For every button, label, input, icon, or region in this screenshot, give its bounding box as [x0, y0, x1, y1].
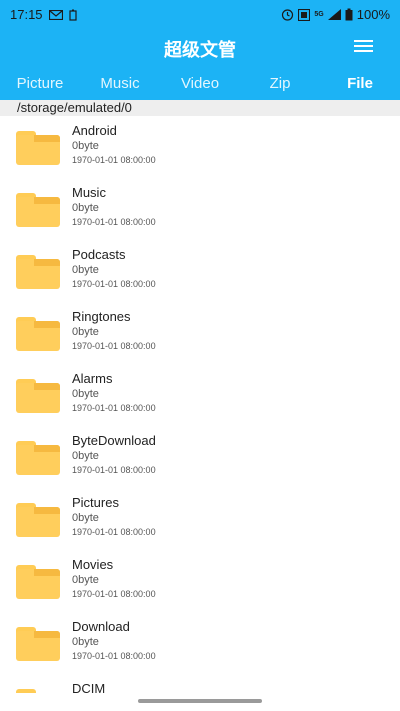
- item-date: 1970-01-01 08:00:00: [72, 279, 156, 289]
- tab-video[interactable]: Video: [160, 66, 240, 100]
- list-item[interactable]: Android 0byte 1970-01-01 08:00:00: [0, 116, 400, 178]
- item-size: 0byte: [72, 574, 99, 586]
- item-size: 0byte: [72, 636, 99, 648]
- list-item[interactable]: Music 0byte 1970-01-01 08:00:00: [0, 178, 400, 240]
- item-date: 1970-01-01 08:00:00: [72, 465, 156, 475]
- menu-icon-line: [354, 50, 373, 52]
- hd-icon: [298, 8, 311, 21]
- list-item[interactable]: DCIM: [0, 674, 400, 693]
- battery-percent: 100%: [356, 7, 390, 22]
- item-name: Movies: [72, 557, 114, 572]
- list-item[interactable]: Ringtones 0byte 1970-01-01 08:00:00: [0, 302, 400, 364]
- item-name: ByteDownload: [72, 433, 156, 448]
- battery-icon: [345, 8, 353, 21]
- menu-button[interactable]: [354, 38, 376, 56]
- folder-icon: [16, 503, 60, 537]
- item-name: Music: [72, 185, 106, 200]
- item-date: 1970-01-01 08:00:00: [72, 217, 156, 227]
- list-item[interactable]: Podcasts 0byte 1970-01-01 08:00:00: [0, 240, 400, 302]
- app-header: 17:15 5G 100% 超级文管 Picture Music Video Z…: [0, 0, 400, 100]
- item-date: 1970-01-01 08:00:00: [72, 527, 156, 537]
- folder-icon: [16, 689, 60, 693]
- item-date: 1970-01-01 08:00:00: [72, 341, 156, 351]
- item-size: 0byte: [72, 512, 99, 524]
- title-row: 超级文管: [0, 30, 400, 66]
- item-date: 1970-01-01 08:00:00: [72, 155, 156, 165]
- folder-icon: [16, 255, 60, 289]
- gesture-nav-handle[interactable]: [138, 699, 262, 703]
- folder-icon: [16, 379, 60, 413]
- list-item[interactable]: Download 0byte 1970-01-01 08:00:00: [0, 612, 400, 674]
- signal-icon: [327, 9, 341, 20]
- status-right: 5G 100%: [281, 7, 390, 22]
- list-item[interactable]: Pictures 0byte 1970-01-01 08:00:00: [0, 488, 400, 550]
- folder-icon: [16, 565, 60, 599]
- folder-icon: [16, 441, 60, 475]
- battery-saver-icon: [68, 9, 77, 21]
- item-date: 1970-01-01 08:00:00: [72, 651, 156, 661]
- current-path: /storage/emulated/0: [17, 100, 132, 115]
- item-name: Podcasts: [72, 247, 126, 262]
- item-size: 0byte: [72, 388, 99, 400]
- mail-icon: [48, 9, 63, 20]
- item-name: Android: [72, 123, 117, 138]
- item-size: 0byte: [72, 326, 99, 338]
- item-size: 0byte: [72, 202, 99, 214]
- status-left: 17:15: [10, 7, 77, 22]
- menu-icon: [354, 40, 373, 42]
- item-size: 0byte: [72, 450, 99, 462]
- tab-file[interactable]: File: [320, 66, 400, 100]
- tab-bar: Picture Music Video Zip File: [0, 66, 400, 100]
- file-list: Android 0byte 1970-01-01 08:00:00 Music …: [0, 116, 400, 693]
- status-bar: 17:15 5G 100%: [0, 0, 400, 30]
- list-item[interactable]: ByteDownload 0byte 1970-01-01 08:00:00: [0, 426, 400, 488]
- status-time: 17:15: [10, 7, 43, 22]
- item-name: Pictures: [72, 495, 119, 510]
- app-title: 超级文管: [164, 40, 236, 61]
- item-name: Alarms: [72, 371, 113, 386]
- item-date: 1970-01-01 08:00:00: [72, 589, 156, 599]
- menu-icon-line: [354, 45, 373, 47]
- list-item[interactable]: Movies 0byte 1970-01-01 08:00:00: [0, 550, 400, 612]
- item-name: DCIM: [72, 681, 106, 693]
- item-size: 0byte: [72, 264, 99, 276]
- path-bar: /storage/emulated/0: [0, 100, 400, 116]
- folder-icon: [16, 317, 60, 351]
- alarm-icon: [281, 8, 294, 21]
- item-date: 1970-01-01 08:00:00: [72, 403, 156, 413]
- list-item[interactable]: Alarms 0byte 1970-01-01 08:00:00: [0, 364, 400, 426]
- item-size: 0byte: [72, 140, 99, 152]
- folder-icon: [16, 131, 60, 165]
- tab-music[interactable]: Music: [80, 66, 160, 100]
- network-label: 5G: [314, 11, 324, 18]
- item-name: Download: [72, 619, 130, 634]
- folder-icon: [16, 193, 60, 227]
- folder-icon: [16, 627, 60, 661]
- item-name: Ringtones: [72, 309, 131, 324]
- network-5g-icon: 5G: [314, 11, 323, 18]
- tab-zip[interactable]: Zip: [240, 66, 320, 100]
- tab-picture[interactable]: Picture: [0, 66, 80, 100]
